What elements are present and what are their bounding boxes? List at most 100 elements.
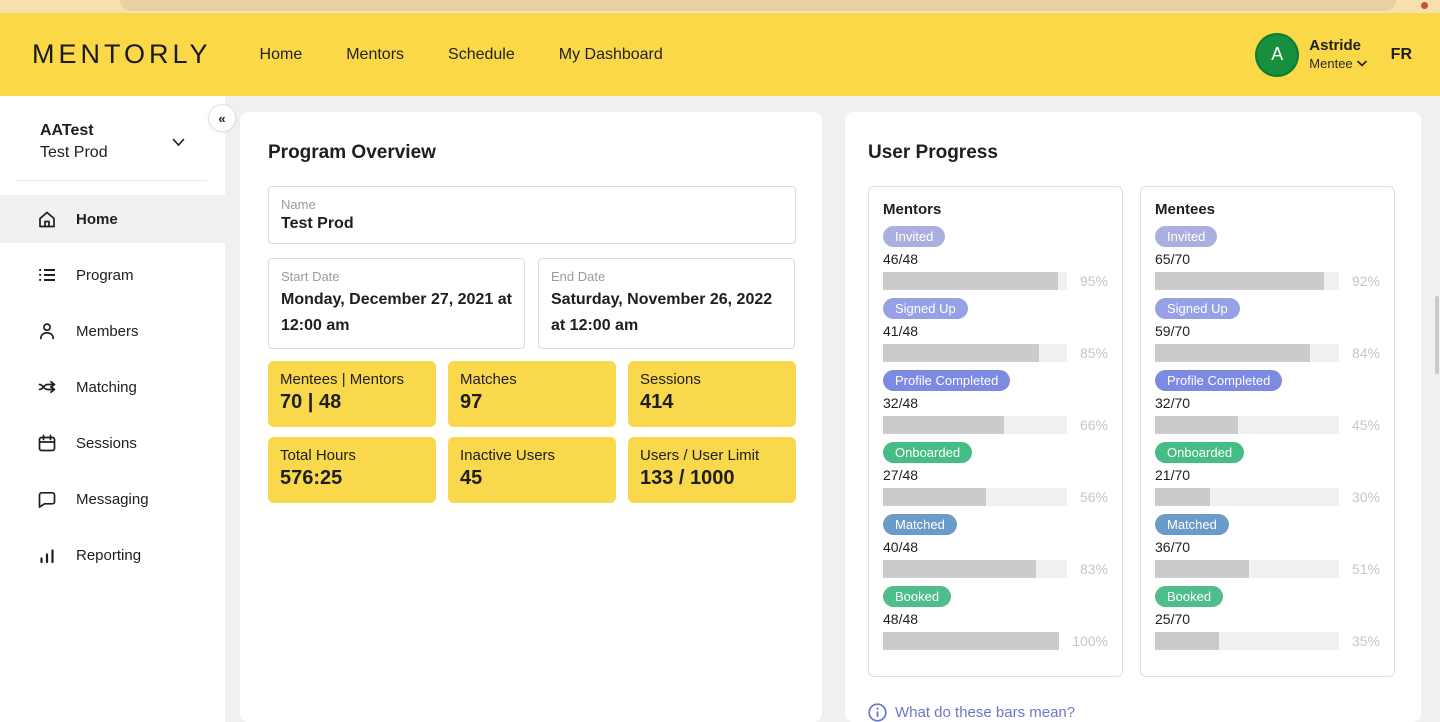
- stage-count: 48/48: [883, 611, 1108, 627]
- sidebar-collapse-button[interactable]: «: [208, 104, 236, 132]
- nav-link-home[interactable]: Home: [260, 46, 303, 64]
- progress-percent: 100%: [1072, 633, 1108, 649]
- progress-bar-fill: [1155, 488, 1210, 506]
- end-date-label: End Date: [551, 269, 782, 284]
- progress-bar: [1155, 632, 1339, 650]
- progress-bar-fill: [883, 344, 1039, 362]
- progress-bar-fill: [1155, 272, 1324, 290]
- home-icon: [36, 208, 58, 230]
- chat-bubble-icon: [36, 488, 58, 510]
- stage-badge: Invited: [883, 226, 945, 247]
- person-icon: [36, 320, 58, 342]
- program-overview-title: Program Overview: [268, 142, 796, 164]
- avatar[interactable]: A: [1255, 33, 1299, 77]
- stage-badge: Booked: [1155, 586, 1223, 607]
- stage-row-onboarded: Onboarded21/7030%: [1155, 442, 1380, 506]
- role-dropdown[interactable]: Mentee: [1309, 56, 1366, 72]
- stat-card-total-hours: Total Hours576:25: [268, 437, 436, 503]
- stage-row-booked: Booked48/48100%: [883, 586, 1108, 650]
- stage-row-booked: Booked 25/70 35%: [1155, 586, 1380, 650]
- stage-count: 65/70: [1155, 251, 1380, 267]
- chevron-down-icon: [172, 138, 185, 147]
- browser-extension-icon: [1421, 2, 1428, 9]
- stage-row-invited: Invited 65/70 92%: [1155, 226, 1380, 290]
- sidebar-item-reporting[interactable]: Reporting: [0, 531, 225, 579]
- stage-badge: Invited: [1155, 226, 1217, 247]
- progress-bar-fill: [1155, 632, 1219, 650]
- stage-badge: Profile Completed: [1155, 370, 1282, 391]
- top-nav: MENTORLY Home Mentors Schedule My Dashboard…: [0, 13, 1440, 96]
- progress-percent: 35%: [1352, 633, 1380, 649]
- stat-card-matches: Matches 97: [448, 361, 616, 427]
- bars-help-link[interactable]: What do these bars mean?: [868, 703, 1397, 722]
- stage-badge: Signed Up: [1155, 298, 1240, 319]
- stats-grid: Mentees | Mentors70 | 48Matches97Session…: [268, 361, 796, 503]
- calendar-icon: [36, 432, 58, 454]
- sidebar-item-messaging[interactable]: Messaging: [0, 475, 225, 523]
- user-area: A Astride Mentee FR: [1255, 33, 1412, 77]
- stat-label: Sessions: [640, 371, 784, 388]
- stage-count: 46/48: [883, 251, 1108, 267]
- sidebar-item-label: Home: [76, 211, 118, 228]
- stat-label: Mentees | Mentors: [280, 371, 424, 388]
- stat-value: 414: [640, 391, 784, 414]
- nav-link-my-dashboard[interactable]: My Dashboard: [559, 46, 663, 64]
- stage-count: 25/70: [1155, 611, 1380, 627]
- stat-label: Total Hours: [280, 447, 424, 464]
- sidebar-item-sessions[interactable]: Sessions: [0, 419, 225, 467]
- stage-row-signed-up: Signed Up59/7084%: [1155, 298, 1380, 362]
- stat-label: Matches: [460, 371, 604, 388]
- sidebar-item-members[interactable]: Members: [0, 307, 225, 355]
- progress-bar: [1155, 560, 1339, 578]
- sidebar-item-label: Matching: [76, 379, 137, 396]
- progress-percent: 92%: [1352, 273, 1380, 289]
- sidebar-item-program[interactable]: Program: [0, 251, 225, 299]
- user-progress-card: User Progress Mentors Invited 46/48 95% Sign…: [845, 112, 1421, 722]
- progress-bar-fill: [1155, 416, 1238, 434]
- user-progress-title: User Progress: [868, 142, 1397, 164]
- stage-count: 36/70: [1155, 539, 1380, 555]
- progress-bar-fill: [1155, 560, 1249, 578]
- nav-link-schedule[interactable]: Schedule: [448, 46, 515, 64]
- start-date-label: Start Date: [281, 269, 512, 284]
- program-name: Test Prod: [40, 144, 108, 162]
- main-content: Program Overview Name Test Prod Start Da…: [225, 96, 1440, 722]
- bars-help-label: What do these bars mean?: [895, 704, 1075, 721]
- progress-percent: 51%: [1352, 561, 1380, 577]
- name-field-value: Test Prod: [281, 215, 783, 233]
- progress-percent: 30%: [1352, 489, 1380, 505]
- progress-group-mentors: MentorsInvited46/4895%Signed Up41/4885%P…: [868, 186, 1123, 677]
- progress-bar-fill: [883, 416, 1004, 434]
- stage-row-profile-completed: Profile Completed32/7045%: [1155, 370, 1380, 434]
- progress-bar: [1155, 344, 1339, 362]
- nav-link-mentors[interactable]: Mentors: [346, 46, 404, 64]
- sidebar-item-matching[interactable]: Matching: [0, 363, 225, 411]
- sidebar-item-home[interactable]: Home: [0, 195, 225, 243]
- divider: [16, 180, 207, 181]
- swap-arrows-icon: [36, 376, 58, 398]
- scrollbar[interactable]: [1435, 296, 1439, 374]
- stat-value: 97: [460, 391, 604, 414]
- browser-chrome: [0, 0, 1440, 13]
- app-logo[interactable]: MENTORLY: [32, 39, 212, 70]
- stage-row-invited: Invited 46/48 95%: [883, 226, 1108, 290]
- start-date-field: Start Date Monday, December 27, 2021 at …: [268, 258, 525, 349]
- language-toggle[interactable]: FR: [1391, 46, 1412, 64]
- stage-row-matched: Matched40/4883%: [883, 514, 1108, 578]
- end-date-value: Saturday, November 26, 2022 at 12:00 am: [551, 287, 782, 338]
- program-switcher[interactable]: AATest Test Prod: [0, 96, 225, 180]
- stage-badge: Onboarded: [883, 442, 972, 463]
- progress-groups: MentorsInvited46/4895%Signed Up41/4885%P…: [868, 186, 1397, 677]
- sidebar: AATest Test Prod Home Program Members Match…: [0, 96, 225, 722]
- sidebar-item-label: Program: [76, 267, 134, 284]
- stat-label: Inactive Users: [460, 447, 604, 464]
- progress-percent: 95%: [1080, 273, 1108, 289]
- progress-bar: [883, 632, 1059, 650]
- progress-group-mentees: MenteesInvited65/7092%Signed Up59/7084%P…: [1140, 186, 1395, 677]
- sidebar-item-label: Reporting: [76, 547, 141, 564]
- stage-count: 21/70: [1155, 467, 1380, 483]
- role-label: Mentee: [1309, 56, 1352, 72]
- list-icon: [36, 264, 58, 286]
- progress-group-title: Mentors: [883, 201, 1108, 218]
- progress-percent: 66%: [1080, 417, 1108, 433]
